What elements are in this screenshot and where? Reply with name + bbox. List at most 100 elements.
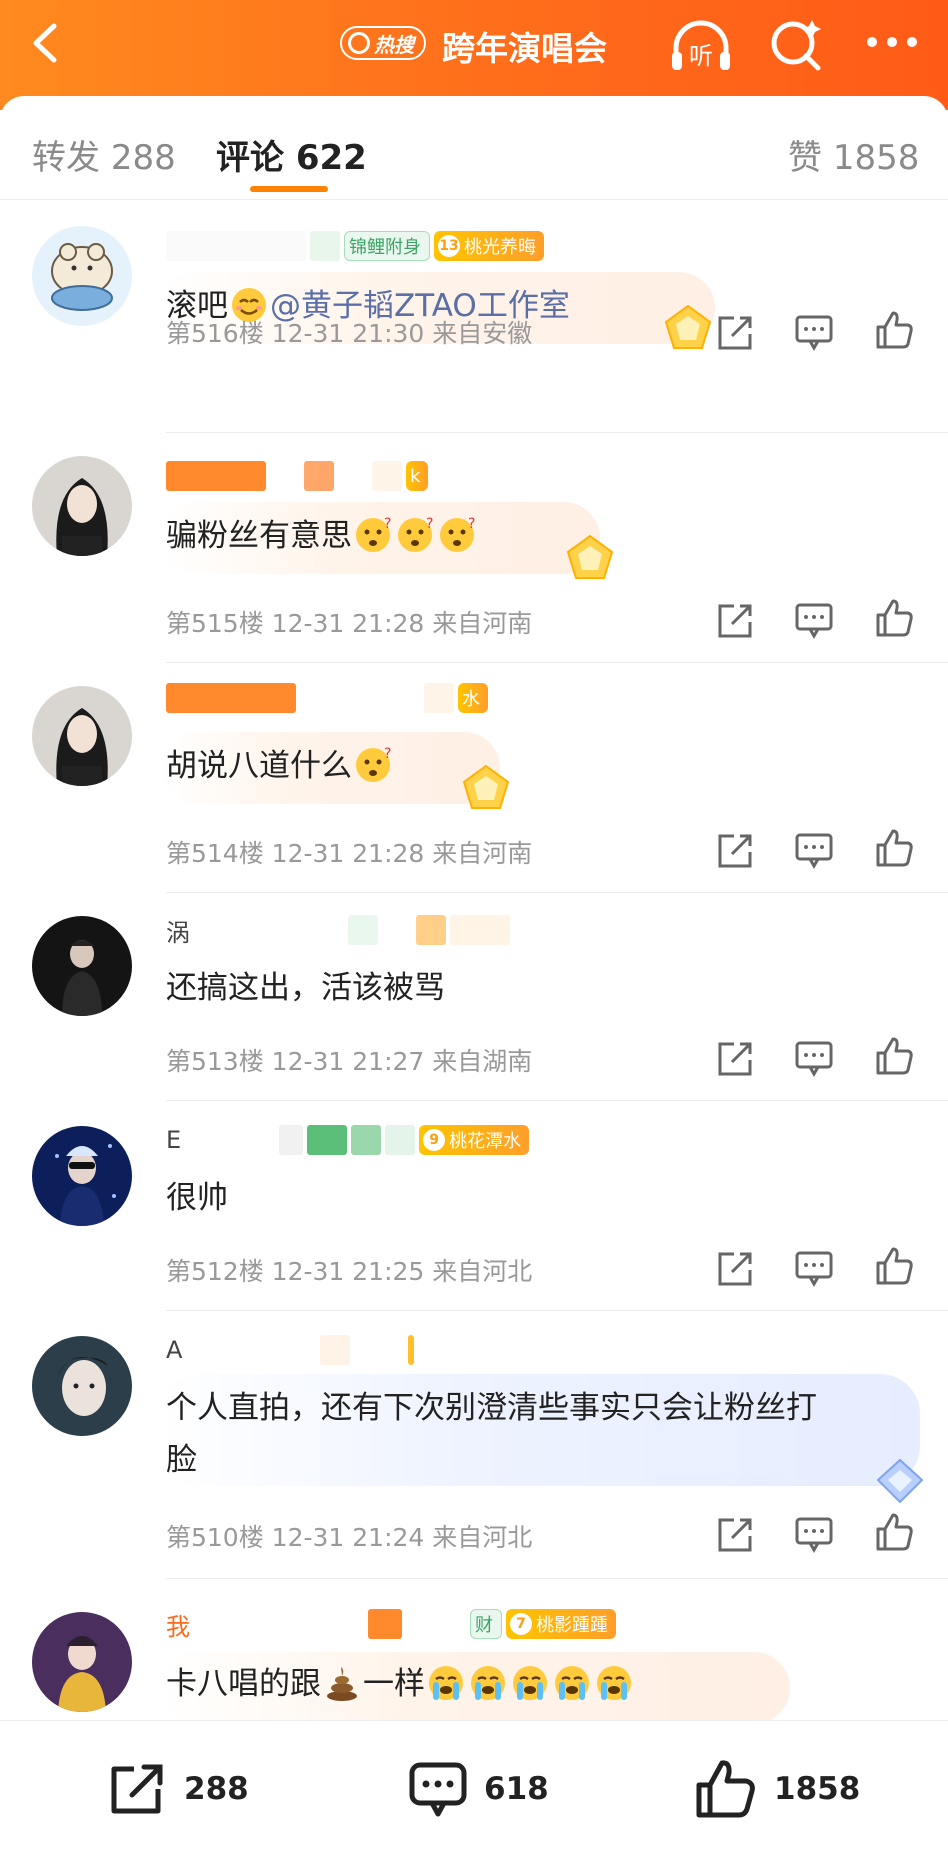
username-blur: [385, 1125, 416, 1155]
page-title: 跨年演唱会: [442, 29, 607, 68]
confused-emoji-icon: ?: [356, 746, 391, 782]
headphones-icon[interactable]: 听: [668, 18, 734, 74]
fan-level-badge: 水: [458, 683, 488, 713]
comment-icon: [409, 1762, 467, 1817]
like-icon[interactable]: [874, 1512, 914, 1552]
comment-divider: [166, 1310, 948, 1311]
username-row[interactable]: 涡: [166, 914, 510, 947]
comment-meta: 第512楼 12-31 21:25 来自河北: [166, 1257, 533, 1286]
comment-text: 胡说八道什么?: [166, 746, 392, 784]
username-blur: [307, 1125, 348, 1155]
svg-text:?: ?: [426, 516, 433, 532]
confused-emoji-icon: ?: [440, 516, 475, 552]
avatar[interactable]: [32, 1336, 132, 1436]
comment-icon[interactable]: [794, 1514, 834, 1554]
username-row[interactable]: k: [166, 460, 429, 492]
username-initial: 涡: [166, 918, 190, 947]
comment-icon[interactable]: [794, 600, 834, 640]
repost-count: 288: [184, 1771, 249, 1807]
like-icon[interactable]: [874, 310, 914, 350]
svg-text:?: ?: [468, 516, 475, 532]
comment-icon[interactable]: [794, 312, 834, 352]
like-icon[interactable]: [874, 828, 914, 868]
comment-icon[interactable]: [794, 1248, 834, 1288]
avatar[interactable]: [32, 1612, 132, 1712]
username-blur: [408, 1335, 415, 1365]
username-blur: [382, 915, 412, 945]
comment-meta: 第513楼 12-31 21:27 来自湖南: [166, 1047, 533, 1076]
username-blur: [320, 1335, 351, 1365]
username-row[interactable]: E 9 桃花潭水: [166, 1124, 530, 1156]
tab-repost-label: 转发: [32, 138, 100, 178]
like-icon[interactable]: [874, 1036, 914, 1076]
crying-emoji-icon: [471, 1666, 505, 1700]
username-blur: [338, 461, 368, 491]
crying-emoji-icon: [597, 1666, 631, 1700]
avatar[interactable]: [32, 1126, 132, 1226]
tab-repost-count: 288: [110, 138, 176, 178]
bubble-gem-icon: [462, 764, 510, 809]
username-row[interactable]: 水: [166, 682, 488, 714]
comment-icon[interactable]: [794, 830, 834, 870]
comment-meta: 第515楼 12-31 21:28 来自河南: [166, 609, 533, 638]
tab-repost[interactable]: 转发 288: [32, 130, 176, 179]
like-icon[interactable]: [874, 1246, 914, 1286]
back-button[interactable]: [24, 20, 70, 66]
crying-emoji-icon: [555, 1666, 589, 1700]
svg-text:?: ?: [384, 516, 391, 532]
weibo-post-page: 热搜 跨年演唱会 听 转发 288 评论 622 赞 1858 锦鲤附身 13 …: [0, 0, 948, 1856]
username-blur: [279, 1125, 304, 1155]
bubble-gem-icon: [566, 534, 614, 579]
comment-icon[interactable]: [794, 1038, 834, 1078]
search-icon: [348, 32, 370, 54]
like-icon[interactable]: [874, 598, 914, 638]
tab-likes[interactable]: 赞 1858: [788, 130, 919, 179]
like-button[interactable]: 1858: [694, 1759, 860, 1819]
top-bar: 热搜 跨年演唱会 听: [0, 0, 948, 110]
comment-text: 还搞这出，活该被骂: [166, 970, 445, 1006]
hot-search-label: 热搜: [374, 32, 414, 57]
avatar[interactable]: [32, 456, 132, 556]
username-initial: 我: [166, 1612, 190, 1641]
listen-label: 听: [689, 42, 713, 70]
more-icon[interactable]: [862, 22, 922, 62]
username-initial: E: [166, 1126, 182, 1154]
repost-icon[interactable]: [716, 1248, 756, 1288]
repost-icon[interactable]: [716, 312, 756, 352]
username-blur: [185, 1125, 276, 1155]
user-badge: 锦鲤附身: [344, 231, 430, 261]
comment-meta: 第516楼 12-31 21:30 来自安徽: [166, 319, 533, 348]
avatar[interactable]: [32, 916, 132, 1016]
username-row[interactable]: A: [166, 1334, 415, 1366]
username-blur: [166, 461, 266, 491]
like-count: 1858: [774, 1771, 861, 1807]
repost-icon[interactable]: [716, 1514, 756, 1554]
username-row[interactable]: 我 财 7 桃影踵踵: [166, 1608, 616, 1641]
username-blur: [351, 1125, 382, 1155]
repost-button[interactable]: 288: [108, 1759, 249, 1819]
avatar[interactable]: [32, 226, 132, 326]
hot-search-pill[interactable]: 热搜: [340, 26, 426, 60]
repost-icon[interactable]: [716, 600, 756, 640]
repost-icon: [111, 1764, 163, 1814]
username-blur: [166, 231, 306, 261]
username-blur: [354, 1335, 405, 1365]
comment-button[interactable]: 618: [408, 1759, 549, 1819]
active-tab-indicator: [250, 186, 328, 192]
comment-divider: [166, 432, 948, 433]
svg-text:?: ?: [384, 746, 391, 762]
search-button[interactable]: [766, 16, 826, 76]
comment-text-line: 脸: [166, 1442, 197, 1478]
username-blur: [166, 683, 296, 713]
comment-meta: 第510楼 12-31 21:24 来自河北: [166, 1523, 533, 1552]
username-row[interactable]: 锦鲤附身 13 桃光养晦: [166, 230, 544, 262]
crying-emoji-icon: [513, 1666, 547, 1700]
avatar[interactable]: [32, 686, 132, 786]
comment-text: 很帅: [166, 1180, 228, 1216]
tab-comments[interactable]: 评论 622: [216, 130, 367, 179]
username-blur: [424, 683, 454, 713]
repost-icon[interactable]: [716, 830, 756, 870]
repost-icon[interactable]: [716, 1038, 756, 1078]
poop-emoji-icon: [327, 1667, 357, 1701]
comment-divider: [166, 1100, 948, 1101]
